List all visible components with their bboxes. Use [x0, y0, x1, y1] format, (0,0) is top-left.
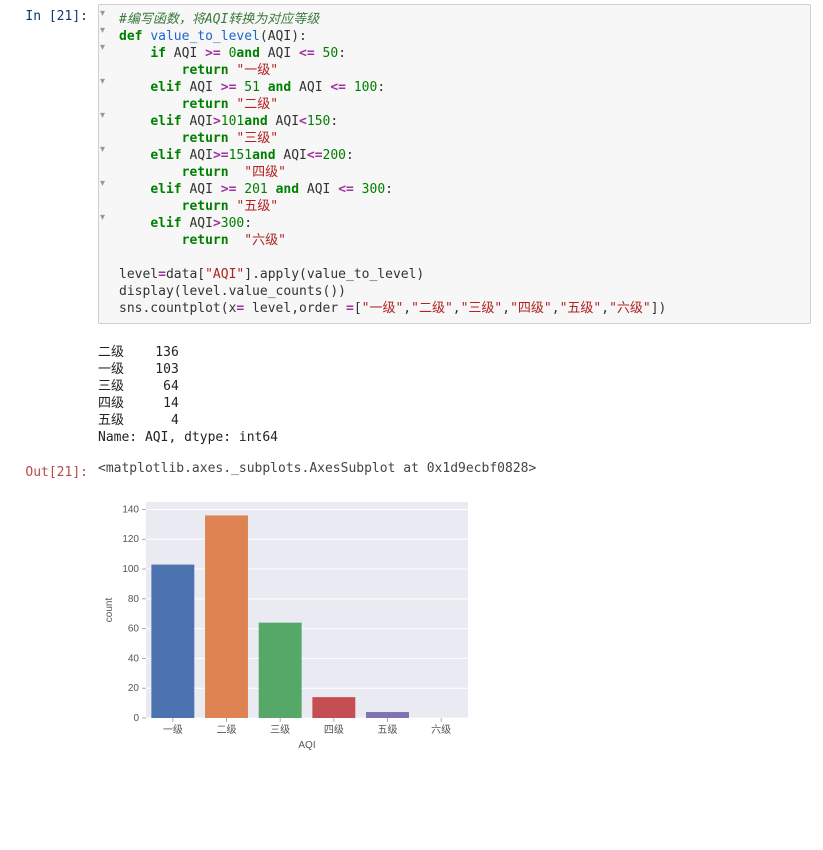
y-tick-label: 0: [133, 713, 139, 724]
in-prompt: In [21]:: [0, 4, 98, 324]
bar: [366, 712, 409, 718]
fold-triangle-icon[interactable]: ▾: [100, 175, 105, 192]
x-axis-label: AQI: [298, 740, 315, 751]
value-counts-output: 二级 136 一级 103 三级 64 四级 14 五级 4 Name: AQI…: [98, 344, 811, 446]
y-axis-label: count: [104, 598, 115, 623]
fold-gutter: ▾ ▾ ▾ ▾ ▾ ▾ ▾ ▾: [98, 5, 112, 323]
output-cell: Out[21]: <matplotlib.axes._subplots.Axes…: [0, 450, 823, 486]
fold-triangle-icon[interactable]: ▾: [100, 107, 105, 124]
countplot-svg: 0 20 40 60 80 100 120 140 一级 二级 三级 四级 五级 六级 count AQI: [98, 490, 478, 752]
empty-prompt: [0, 344, 98, 446]
bar: [312, 697, 355, 718]
stdout-cell: 二级 136 一级 103 三级 64 四级 14 五级 4 Name: AQI…: [0, 328, 823, 450]
y-tick-label: 120: [122, 534, 139, 545]
code-comment: #编写函数，将AQI转换为对应等级: [119, 12, 319, 27]
y-tick-label: 20: [128, 683, 140, 694]
fold-triangle-icon[interactable]: ▾: [100, 22, 105, 39]
x-tick-label: 六级: [431, 724, 451, 736]
x-tick-label: 四级: [324, 724, 344, 736]
y-tick-label: 80: [128, 594, 140, 605]
code-content[interactable]: #编写函数，将AQI转换为对应等级 def value_to_level(AQI…: [119, 11, 802, 317]
empty-prompt: [0, 490, 98, 752]
bar: [205, 515, 248, 718]
fold-triangle-icon[interactable]: ▾: [100, 39, 105, 56]
code-editor[interactable]: ▾ ▾ ▾ ▾ ▾ ▾ ▾ ▾ #编写函数，将AQI转换为对应等级 def va…: [98, 4, 811, 324]
fold-triangle-icon[interactable]: ▾: [100, 141, 105, 158]
out-prompt: Out[21]:: [0, 460, 98, 482]
y-tick-label: 140: [122, 504, 139, 515]
bar: [151, 565, 194, 718]
fold-triangle-icon[interactable]: ▾: [100, 73, 105, 90]
y-tick-label: 100: [122, 564, 139, 575]
x-tick-label: 二级: [217, 724, 237, 736]
y-tick-label: 60: [128, 624, 140, 635]
input-cell: In [21]: ▾ ▾ ▾ ▾ ▾ ▾ ▾ ▾ #编写函数，将AQI转换为对应…: [0, 0, 823, 328]
y-tick-label: 40: [128, 653, 140, 664]
fold-triangle-icon[interactable]: ▾: [100, 5, 105, 22]
figure-cell: 0 20 40 60 80 100 120 140 一级 二级 三级 四级 五级 六级 count AQI: [0, 486, 823, 756]
bar: [259, 623, 302, 718]
repr-output: <matplotlib.axes._subplots.AxesSubplot a…: [98, 460, 811, 482]
fold-triangle-icon[interactable]: ▾: [100, 209, 105, 226]
x-tick-label: 一级: [163, 724, 183, 736]
countplot-figure: 0 20 40 60 80 100 120 140 一级 二级 三级 四级 五级 六级 count AQI: [98, 490, 811, 752]
x-tick-label: 三级: [270, 724, 290, 736]
x-tick-label: 五级: [378, 724, 398, 736]
